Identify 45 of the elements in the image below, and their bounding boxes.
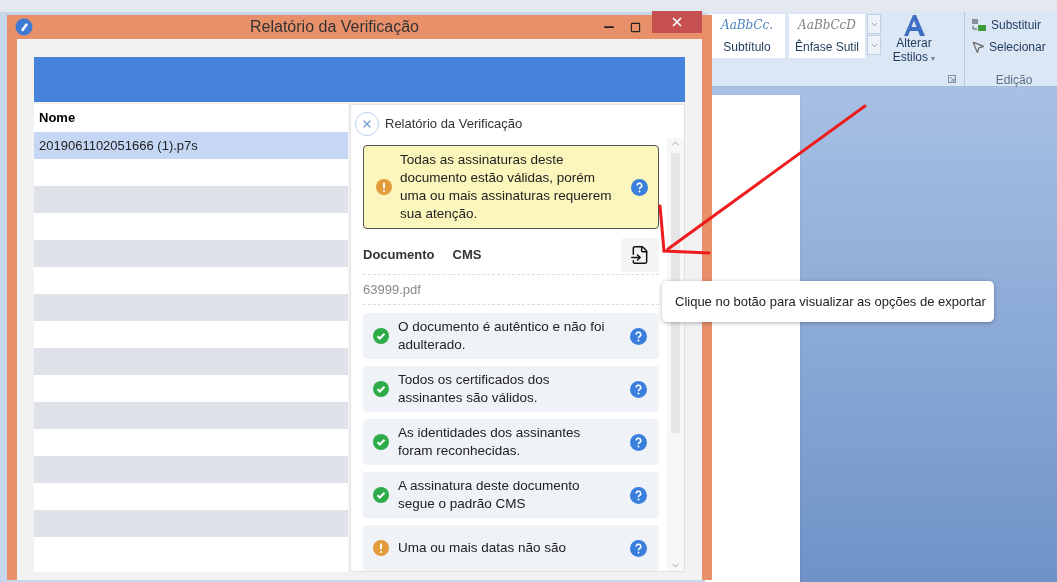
check-message: O documento é autêntico e não foi adulterado. bbox=[398, 318, 606, 354]
help-icon[interactable] bbox=[630, 327, 647, 345]
cursor-icon bbox=[971, 40, 985, 54]
select-button[interactable]: Selecionar bbox=[971, 38, 1057, 56]
document-label: Documento bbox=[363, 245, 435, 264]
help-icon[interactable] bbox=[630, 380, 647, 398]
export-button[interactable] bbox=[621, 237, 659, 272]
help-icon[interactable] bbox=[630, 486, 647, 504]
close-icon bbox=[670, 15, 684, 29]
style-preset[interactable]: AaBbCcD Ênfase Sutil bbox=[789, 14, 865, 58]
check-icon bbox=[373, 434, 389, 450]
help-icon[interactable] bbox=[631, 178, 648, 196]
change-styles-button[interactable]: Alterar Estilos ▾ bbox=[885, 14, 943, 66]
panel-title: Relatório da Verificação bbox=[385, 114, 523, 133]
check-message: Uma ou mais datas não são bbox=[398, 539, 568, 557]
close-icon bbox=[361, 117, 373, 130]
group-label: Edição bbox=[994, 72, 1034, 86]
maximize-icon bbox=[629, 21, 641, 33]
tooltip: Clique no botão para visualizar as opções de exportar bbox=[662, 281, 994, 322]
style-name: Ênfase Sutil bbox=[794, 38, 859, 56]
replace-button[interactable]: Substituir bbox=[971, 16, 1057, 34]
alert-message: Todas as assinaturas deste documento estão válidas, porém uma ou mais assinaturas requerem sua atenção. bbox=[400, 151, 613, 223]
help-icon[interactable] bbox=[630, 539, 647, 557]
warning-icon bbox=[376, 179, 392, 195]
check-icon bbox=[373, 487, 389, 503]
warning-icon bbox=[373, 540, 389, 556]
check-icon bbox=[373, 328, 389, 344]
check-icon bbox=[373, 381, 389, 397]
style-name: Subtítulo bbox=[723, 39, 771, 56]
check-message: A assinatura deste documento segue o padrão CMS bbox=[398, 477, 581, 513]
check-message: As identidades dos assinantes foram reconhecidas. bbox=[398, 424, 582, 460]
document-type: CMS bbox=[452, 245, 482, 264]
file-name: 63999.pdf bbox=[363, 280, 421, 299]
help-icon[interactable] bbox=[630, 433, 647, 451]
style-preset[interactable]: AaBbCc. Subtítulo bbox=[709, 14, 785, 58]
check-message: Todos os certificados dos assinantes são válidos. bbox=[398, 371, 551, 407]
window-title: Relatório da Verificação bbox=[249, 17, 420, 37]
file-arrow-icon bbox=[630, 244, 650, 265]
style-preview: AaBbCc. bbox=[720, 17, 773, 34]
app-icon bbox=[15, 18, 33, 36]
style-preview: AaBbCcD bbox=[798, 17, 856, 34]
replace-icon bbox=[971, 18, 987, 32]
file-row[interactable]: 2019061102051666 (1).p7s bbox=[34, 132, 348, 159]
launcher-icon[interactable] bbox=[948, 74, 956, 83]
column-header: Nome bbox=[38, 109, 77, 128]
